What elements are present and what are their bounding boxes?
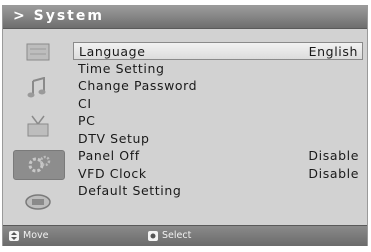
menu-title: > System xyxy=(13,8,104,24)
menu-item-label: PC xyxy=(78,113,96,128)
move-icon xyxy=(9,230,19,241)
footer-hint-bar: Move Select xyxy=(3,225,367,246)
menu-item-panel-off[interactable]: Panel Off Disable xyxy=(73,147,363,165)
menu-item-ci[interactable]: CI xyxy=(73,95,363,113)
channel-antenna-icon[interactable] xyxy=(13,112,63,140)
menu-item-value: Disable xyxy=(308,165,359,181)
menu-item-time-setting[interactable]: Time Setting xyxy=(73,60,363,78)
menu-item-default-setting[interactable]: Default Setting xyxy=(73,182,363,200)
move-label: Move xyxy=(23,230,49,241)
select-label: Select xyxy=(162,230,192,241)
setup-icon[interactable] xyxy=(13,150,65,180)
menu-item-value: Disable xyxy=(308,148,359,163)
move-hint: Move xyxy=(9,230,48,241)
menu-item-label: Change Password xyxy=(78,78,198,93)
system-menu-list: Language English Time Setting Change Pas… xyxy=(73,42,363,200)
sound-icon[interactable] xyxy=(13,74,63,102)
title-bar: > System xyxy=(3,6,367,29)
category-sidebar xyxy=(9,36,67,222)
menu-item-label: CI xyxy=(78,95,92,111)
menu-item-pc[interactable]: PC xyxy=(73,112,363,130)
menu-item-language[interactable]: Language English xyxy=(73,42,363,60)
input-source-icon[interactable] xyxy=(13,188,63,216)
picture-icon[interactable] xyxy=(13,38,63,66)
menu-item-label: VFD Clock xyxy=(78,165,147,181)
osd-menu-window: > System Language English Time Setting C… xyxy=(2,5,368,246)
menu-item-label: Language xyxy=(79,44,146,59)
menu-item-label: Panel Off xyxy=(78,148,140,163)
select-icon xyxy=(148,230,158,241)
menu-item-label: Default Setting xyxy=(78,183,182,198)
select-hint: Select xyxy=(148,230,191,241)
menu-item-change-password[interactable]: Change Password xyxy=(73,77,363,95)
menu-item-vfd-clock[interactable]: VFD Clock Disable xyxy=(73,165,363,183)
menu-item-label: DTV Setup xyxy=(78,130,150,146)
menu-item-label: Time Setting xyxy=(78,60,165,76)
menu-item-dtv-setup[interactable]: DTV Setup xyxy=(73,130,363,148)
menu-item-value: English xyxy=(308,44,358,59)
